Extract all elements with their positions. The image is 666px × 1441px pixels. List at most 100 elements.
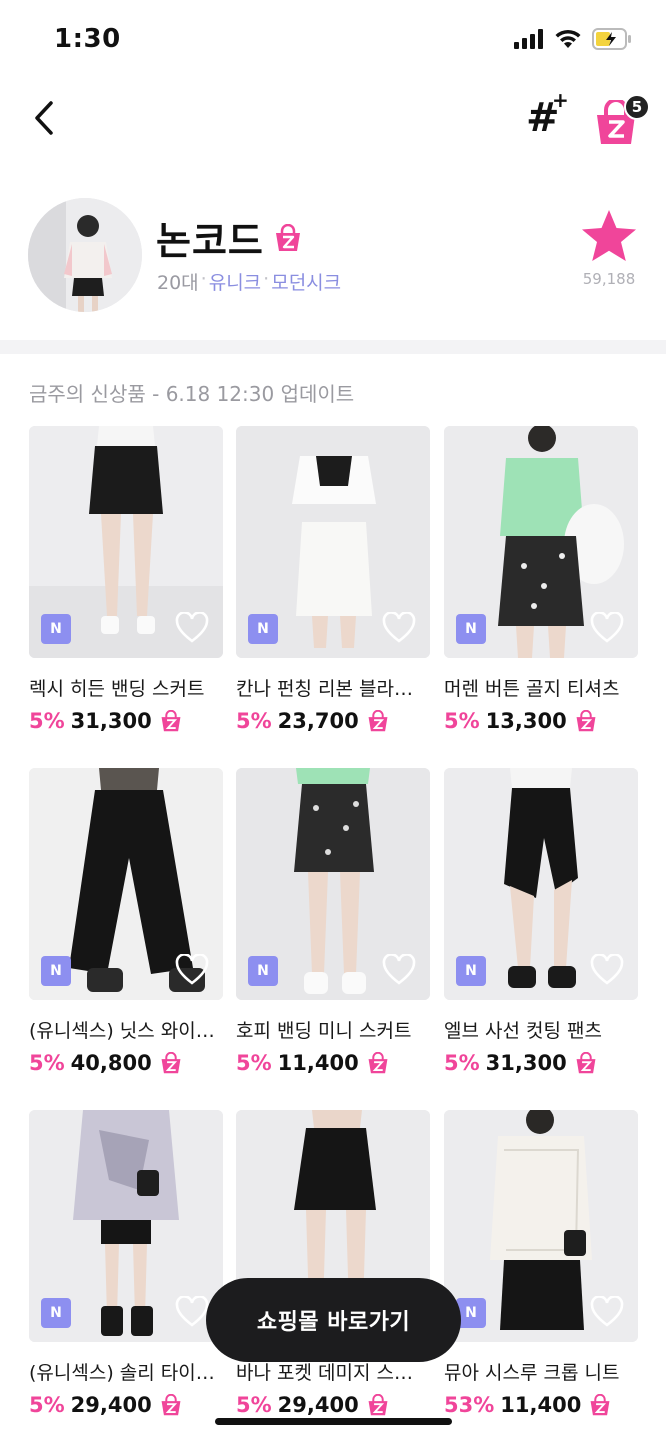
price-row: 5% 11,400 <box>236 1051 430 1075</box>
product-card[interactable]: N 뮤아 시스루 크롭 니트 53% 11,400 <box>444 1110 638 1417</box>
product-price: 31,300 <box>485 1051 567 1075</box>
price-row: 5% 31,300 <box>444 1051 638 1075</box>
chevron-left-icon <box>35 101 53 135</box>
new-badge: N <box>41 614 71 644</box>
product-name[interactable]: 바나 포켓 데미지 스… <box>236 1358 430 1385</box>
zpay-badge-icon <box>276 224 300 251</box>
product-card[interactable]: 바나 포켓 데미지 스… 5% 29,400 <box>236 1110 430 1417</box>
status-bar: 1:30 <box>0 0 666 80</box>
heart-icon[interactable] <box>590 954 624 986</box>
product-image[interactable]: N <box>444 1110 638 1342</box>
section-title: 금주의 신상품 - 6.18 12:30 업데이트 <box>29 382 355 406</box>
plus-icon: + <box>552 88 569 112</box>
discount-rate: 5% <box>444 1051 480 1075</box>
hashtag-follow-button[interactable]: # + <box>522 88 570 142</box>
top-nav: # + 5 <box>0 80 666 160</box>
zpay-icon <box>576 710 596 732</box>
price-row: 5% 13,300 <box>444 709 638 733</box>
discount-rate: 5% <box>444 709 480 733</box>
zpay-icon <box>161 1052 181 1074</box>
product-name[interactable]: 칸나 펀칭 리본 블라… <box>236 674 430 701</box>
product-price: 31,300 <box>70 709 152 733</box>
discount-rate: 5% <box>29 1051 65 1075</box>
product-price: 13,300 <box>485 709 567 733</box>
status-time: 1:30 <box>54 24 121 54</box>
new-badge: N <box>456 614 486 644</box>
status-icons <box>514 28 632 50</box>
product-name[interactable]: 렉시 히든 밴딩 스커트 <box>29 674 223 701</box>
signal-icon <box>514 29 543 49</box>
cart-button[interactable]: 5 <box>592 94 650 146</box>
heart-icon[interactable] <box>382 954 416 986</box>
favorite-count: 59,188 <box>582 270 636 288</box>
product-name[interactable]: (유니섹스) 솔리 타이… <box>29 1358 223 1385</box>
product-card[interactable]: N 머렌 버튼 골지 티셔츠 5% 13,300 <box>444 426 638 733</box>
avatar-image <box>28 198 142 312</box>
product-card[interactable]: N 칸나 펀칭 리본 블라… 5% 23,700 <box>236 426 430 733</box>
home-indicator[interactable] <box>215 1418 452 1425</box>
heart-icon[interactable] <box>175 954 209 986</box>
product-card[interactable]: N 호피 밴딩 미니 스커트 5% 11,400 <box>236 768 430 1075</box>
zpay-icon <box>590 1394 610 1416</box>
new-badge: N <box>456 956 486 986</box>
price-row: 5% 23,700 <box>236 709 430 733</box>
cart-count-badge: 5 <box>624 94 650 120</box>
product-price: 29,400 <box>277 1393 359 1417</box>
new-badge: N <box>41 956 71 986</box>
product-image[interactable]: N <box>29 426 223 658</box>
product-image[interactable]: N <box>444 768 638 1000</box>
back-button[interactable] <box>24 96 64 140</box>
product-name[interactable]: 엘브 사선 컷팅 팬츠 <box>444 1016 638 1043</box>
heart-icon[interactable] <box>175 1296 209 1328</box>
zpay-icon <box>161 710 181 732</box>
discount-rate: 5% <box>29 709 65 733</box>
price-row: 5% 29,400 <box>236 1393 430 1417</box>
product-card[interactable]: N 렉시 히든 밴딩 스커트 5% 31,300 <box>29 426 223 733</box>
price-row: 5% 40,800 <box>29 1051 223 1075</box>
style-tag[interactable]: 유니크 <box>209 268 261 295</box>
product-image[interactable]: N <box>236 426 430 658</box>
product-card[interactable]: N 엘브 사선 컷팅 팬츠 5% 31,300 <box>444 768 638 1075</box>
shop-profile: 논코드 20대 · 유니크 · 모던시크 59,188 <box>0 190 666 320</box>
new-badge: N <box>248 614 278 644</box>
product-name[interactable]: 머렌 버튼 골지 티셔츠 <box>444 674 638 701</box>
product-name[interactable]: 호피 밴딩 미니 스커트 <box>236 1016 430 1043</box>
new-badge: N <box>41 1298 71 1328</box>
zpay-icon <box>368 1052 388 1074</box>
product-price: 11,400 <box>500 1393 582 1417</box>
shop-tags: 20대 · 유니크 · 모던시크 <box>157 268 342 295</box>
price-row: 5% 29,400 <box>29 1393 223 1417</box>
zpay-icon <box>576 1052 596 1074</box>
zpay-icon <box>161 1394 181 1416</box>
product-image[interactable]: N <box>29 768 223 1000</box>
discount-rate: 5% <box>236 1051 272 1075</box>
shop-avatar[interactable] <box>28 198 142 312</box>
product-name[interactable]: 뮤아 시스루 크롭 니트 <box>444 1358 638 1385</box>
style-tag[interactable]: 모던시크 <box>271 268 341 295</box>
product-image[interactable]: N <box>444 426 638 658</box>
product-price: 40,800 <box>70 1051 152 1075</box>
heart-icon[interactable] <box>590 1296 624 1328</box>
product-image[interactable]: N <box>236 768 430 1000</box>
zpay-icon <box>368 1394 388 1416</box>
discount-rate: 5% <box>29 1393 65 1417</box>
price-row: 5% 31,300 <box>29 709 223 733</box>
heart-icon[interactable] <box>175 612 209 644</box>
product-card[interactable]: N (유니섹스) 닛스 와이… 5% 40,800 <box>29 768 223 1075</box>
product-image[interactable]: N <box>29 1110 223 1342</box>
product-card[interactable]: N (유니섹스) 솔리 타이… 5% 29,400 <box>29 1110 223 1417</box>
heart-icon[interactable] <box>590 612 624 644</box>
discount-rate: 5% <box>236 709 272 733</box>
heart-icon[interactable] <box>382 612 416 644</box>
section-divider <box>0 340 666 354</box>
zpay-icon <box>368 710 388 732</box>
product-price: 29,400 <box>70 1393 152 1417</box>
price-row: 53% 11,400 <box>444 1393 638 1417</box>
shop-name: 논코드 <box>156 219 264 263</box>
go-to-shop-button[interactable]: 쇼핑몰 바로가기 <box>206 1278 461 1362</box>
favorite-star-icon[interactable] <box>580 208 638 264</box>
age-tag: 20대 <box>157 272 199 294</box>
discount-rate: 53% <box>444 1393 495 1417</box>
new-badge: N <box>248 956 278 986</box>
product-name[interactable]: (유니섹스) 닛스 와이… <box>29 1016 223 1043</box>
